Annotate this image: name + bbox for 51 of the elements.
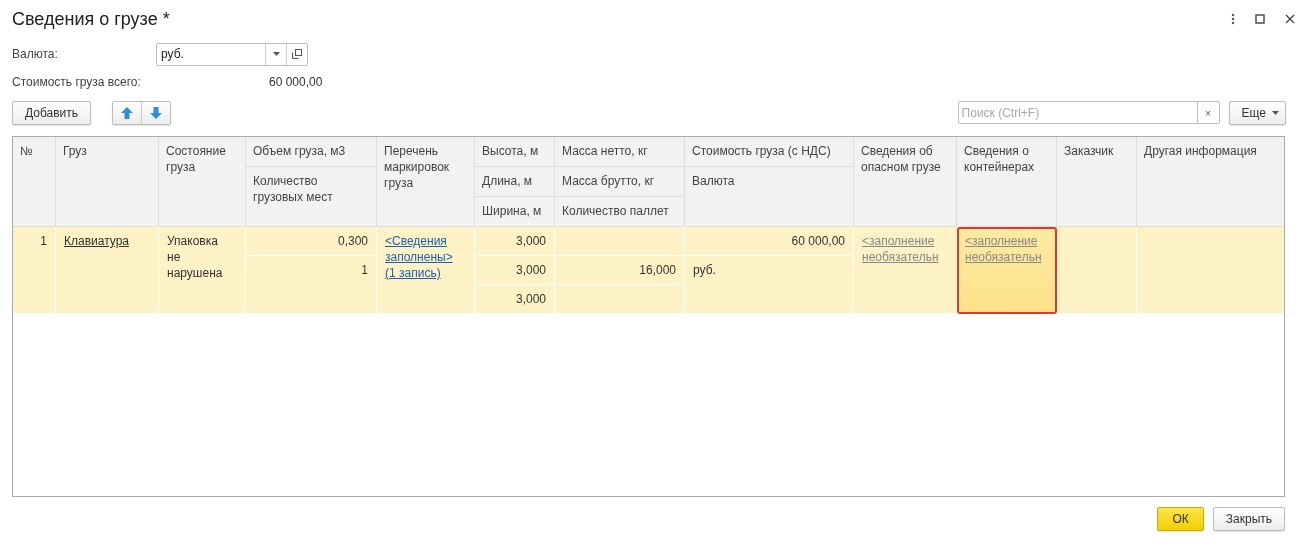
cell-link[interactable]: Клавиатура: [64, 233, 150, 249]
column-header[interactable]: №: [13, 137, 56, 227]
open-icon[interactable]: [292, 49, 302, 59]
window-title: Сведения о грузе *: [12, 8, 171, 30]
column-header[interactable]: Сведения о контейнерах: [957, 137, 1057, 227]
table-cell: 3,000: [475, 285, 555, 314]
column-header[interactable]: Количество грузовых мест: [246, 167, 377, 227]
table-cell: руб.: [685, 256, 854, 314]
maximize-icon[interactable]: [1255, 14, 1265, 24]
column-header[interactable]: Стоимость груза (с НДС): [685, 137, 854, 167]
table-cell: 1: [246, 256, 377, 314]
column-header[interactable]: Ширина, м: [475, 197, 555, 227]
column-header[interactable]: Сведения об опасном грузе: [854, 137, 957, 227]
total-cost-label: Стоимость груза всего:: [12, 75, 142, 89]
more-options-icon[interactable]: [1231, 13, 1235, 25]
column-header[interactable]: Объем груза, м3: [246, 137, 377, 167]
close-icon[interactable]: [1285, 14, 1295, 24]
column-header[interactable]: Перечень маркировок груза: [377, 137, 475, 227]
column-header[interactable]: Состояние груза: [159, 137, 246, 227]
column-header[interactable]: Высота, м: [475, 137, 555, 167]
down-arrow-icon: [150, 106, 163, 119]
column-header[interactable]: Количество паллет: [555, 197, 685, 227]
more-button[interactable]: Еще: [1228, 100, 1286, 125]
add-button[interactable]: Добавить: [12, 100, 92, 125]
column-header[interactable]: Масса брутто, кг: [555, 167, 685, 197]
column-header[interactable]: Валюта: [685, 167, 854, 227]
column-header[interactable]: Груз: [56, 137, 159, 227]
cell-link[interactable]: <Сведения заполнены> (1 запись): [385, 233, 466, 281]
move-up-button[interactable]: [113, 101, 142, 124]
caret-icon: [1272, 110, 1279, 115]
column-header[interactable]: Длина, м: [475, 167, 555, 197]
currency-field[interactable]: руб.: [156, 42, 308, 66]
table-cell: 3,000: [475, 256, 555, 285]
table-cell: 60 000,00: [685, 227, 854, 256]
currency-label: Валюта:: [12, 47, 59, 61]
table-cell: 3,000: [475, 227, 555, 256]
table-cell: Упаковка не нарушена: [159, 227, 246, 314]
clear-button[interactable]: ×: [1197, 101, 1220, 124]
table-cell: 0,300: [246, 227, 377, 256]
column-header[interactable]: Масса нетто, кг: [555, 137, 685, 167]
column-header[interactable]: Заказчик: [1057, 137, 1137, 227]
search-field[interactable]: Поиск (Ctrl+F): [957, 101, 1198, 124]
move-down-button[interactable]: [141, 101, 171, 124]
total-cost-value: 60 000,00: [269, 75, 323, 89]
table-cell: 1: [13, 227, 56, 314]
dropdown-icon[interactable]: [272, 52, 280, 56]
close-button[interactable]: Закрыть: [1212, 507, 1285, 531]
table-cell: 16,000: [555, 256, 685, 285]
column-header[interactable]: Другая информация: [1137, 137, 1284, 227]
ok-button[interactable]: ОК: [1157, 507, 1204, 531]
up-arrow-icon: [121, 106, 134, 119]
